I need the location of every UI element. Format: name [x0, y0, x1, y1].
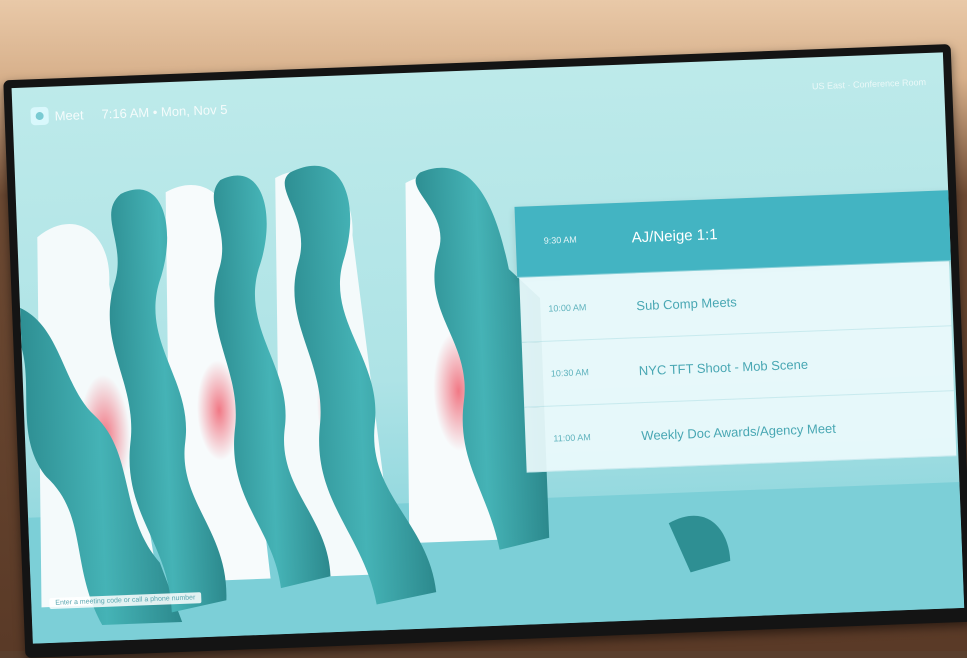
tv-frame: Meet 7:16 AM • Mon, Nov 5 US East · Conf…	[3, 44, 967, 658]
app-name: Meet	[54, 106, 84, 123]
meeting-time: 11:00 AM	[553, 432, 591, 444]
date-time: 7:16 AM • Mon, Nov 5	[101, 101, 228, 122]
meeting-title: Weekly Doc Awards/Agency Meet	[641, 420, 837, 443]
room-info: US East · Conference Room	[811, 76, 927, 92]
meeting-title: NYC TFT Shoot - Mob Scene	[638, 356, 809, 378]
meeting-title: AJ/Neige 1:1	[631, 225, 718, 246]
meet-logo: Meet	[30, 105, 84, 126]
meeting-schedule-list: 9:30 AM AJ/Neige 1:1 10:00 AM Sub Comp M…	[514, 190, 957, 473]
meeting-title: Sub Comp Meets	[636, 293, 738, 313]
meeting-time: 9:30 AM	[543, 234, 578, 246]
meeting-time: 10:30 AM	[550, 367, 590, 379]
meet-icon	[30, 106, 49, 126]
meet-home-screen: Meet 7:16 AM • Mon, Nov 5 US East · Conf…	[11, 52, 965, 644]
meeting-time: 10:00 AM	[548, 302, 587, 314]
